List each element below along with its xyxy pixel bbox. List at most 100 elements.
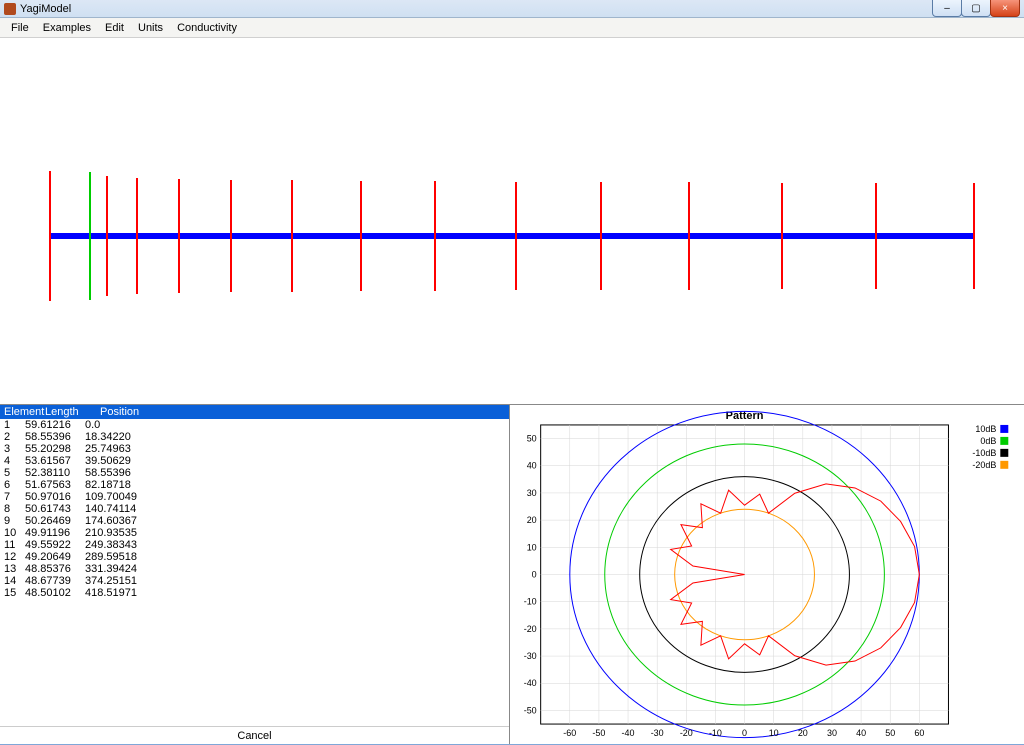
table-body[interactable]: 159.612160.0258.5539618.34220355.2029825… [0, 419, 509, 726]
maximize-button[interactable]: ▢ [961, 0, 991, 17]
antenna-element [688, 182, 690, 289]
cell-length: 48.50102 [25, 588, 85, 599]
cell-position: 174.60367 [85, 516, 165, 527]
antenna-diagram [0, 38, 1024, 404]
table-row[interactable]: 950.26469174.60367 [0, 515, 509, 527]
menu-bar: File Examples Edit Units Conductivity [0, 18, 1024, 38]
y-tick: 10 [527, 542, 537, 552]
cell-length: 48.85376 [25, 564, 85, 575]
col-position: Position [100, 405, 180, 419]
table-row[interactable]: 258.5539618.34220 [0, 431, 509, 443]
table-row[interactable]: 453.6156739.50629 [0, 455, 509, 467]
table-row[interactable]: 1348.85376331.39424 [0, 563, 509, 575]
cell-index: 13 [0, 564, 25, 575]
table-row[interactable]: 651.6756382.18718 [0, 479, 509, 491]
x-tick: 50 [885, 728, 895, 738]
antenna-element [515, 182, 517, 291]
y-tick: -20 [524, 624, 537, 634]
cell-index: 9 [0, 516, 25, 527]
cell-length: 51.67563 [25, 480, 85, 491]
antenna-boom [50, 233, 974, 239]
y-tick: 50 [527, 434, 537, 444]
cell-index: 11 [0, 540, 25, 551]
cell-length: 50.97016 [25, 492, 85, 503]
cell-length: 55.20298 [25, 444, 85, 455]
table-row[interactable]: 1548.50102418.51971 [0, 587, 509, 599]
java-icon [4, 3, 16, 15]
cell-position: 82.18718 [85, 480, 165, 491]
antenna-element [106, 176, 108, 296]
x-tick: 30 [827, 728, 837, 738]
antenna-element [875, 183, 877, 289]
cell-position: 249.38343 [85, 540, 165, 551]
x-tick: -50 [592, 728, 605, 738]
cell-length: 53.61567 [25, 456, 85, 467]
table-row[interactable]: 1049.91196210.93535 [0, 527, 509, 539]
cell-index: 3 [0, 444, 25, 455]
antenna-element [291, 180, 293, 291]
y-tick: -50 [524, 705, 537, 715]
y-tick: -10 [524, 597, 537, 607]
window-title: YagiModel [20, 3, 71, 15]
y-tick: -40 [524, 678, 537, 688]
cell-position: 18.34220 [85, 432, 165, 443]
antenna-element [136, 178, 138, 295]
menu-conductivity[interactable]: Conductivity [170, 20, 244, 36]
cell-index: 8 [0, 504, 25, 515]
close-button[interactable]: × [990, 0, 1020, 17]
cell-length: 49.20649 [25, 552, 85, 563]
menu-edit[interactable]: Edit [98, 20, 131, 36]
x-tick: 40 [856, 728, 866, 738]
cell-length: 49.55922 [25, 540, 85, 551]
cell-index: 7 [0, 492, 25, 503]
legend-swatch-p0 [1000, 437, 1008, 445]
cell-position: 331.39424 [85, 564, 165, 575]
table-row[interactable]: 750.97016109.70049 [0, 491, 509, 503]
cell-position: 25.74963 [85, 444, 165, 455]
cell-index: 2 [0, 432, 25, 443]
antenna-element [434, 181, 436, 291]
cell-length: 49.91196 [25, 528, 85, 539]
menu-units[interactable]: Units [131, 20, 170, 36]
x-tick: -40 [622, 728, 635, 738]
table-row[interactable]: 159.612160.0 [0, 419, 509, 431]
y-tick: -30 [524, 651, 537, 661]
minimize-button[interactable]: – [932, 0, 962, 17]
cell-position: 39.50629 [85, 456, 165, 467]
cell-index: 6 [0, 480, 25, 491]
x-tick: 10 [769, 728, 779, 738]
table-row[interactable]: 850.61743140.74114 [0, 503, 509, 515]
table-row[interactable]: 355.2029825.74963 [0, 443, 509, 455]
antenna-element [178, 179, 180, 293]
y-tick: 0 [532, 569, 537, 579]
cell-index: 5 [0, 468, 25, 479]
cell-index: 14 [0, 576, 25, 587]
legend-label-m10: -10dB [972, 448, 996, 458]
antenna-element [973, 183, 975, 289]
table-row[interactable]: 1149.55922249.38343 [0, 539, 509, 551]
cell-position: 289.59518 [85, 552, 165, 563]
table-row[interactable]: 1448.67739374.25151 [0, 575, 509, 587]
x-tick: -30 [651, 728, 664, 738]
antenna-element [600, 182, 602, 290]
cell-position: 109.70049 [85, 492, 165, 503]
cell-length: 52.38110 [25, 468, 85, 479]
cell-index: 1 [0, 420, 25, 431]
table-row[interactable]: 1249.20649289.59518 [0, 551, 509, 563]
cell-length: 50.26469 [25, 516, 85, 527]
table-header: Element Length Position [0, 405, 509, 419]
cell-position: 418.51971 [85, 588, 165, 599]
cell-index: 10 [0, 528, 25, 539]
legend-label-p0: 0dB [980, 436, 996, 446]
y-tick: 20 [527, 515, 537, 525]
cell-length: 58.55396 [25, 432, 85, 443]
menu-examples[interactable]: Examples [36, 20, 98, 36]
menu-file[interactable]: File [4, 20, 36, 36]
cell-index: 4 [0, 456, 25, 467]
col-length: Length [45, 405, 100, 419]
cancel-button[interactable]: Cancel [0, 726, 509, 744]
cell-length: 59.61216 [25, 420, 85, 431]
cell-position: 374.25151 [85, 576, 165, 587]
element-table-pane: Element Length Position 159.612160.0258.… [0, 405, 510, 744]
table-row[interactable]: 552.3811058.55396 [0, 467, 509, 479]
